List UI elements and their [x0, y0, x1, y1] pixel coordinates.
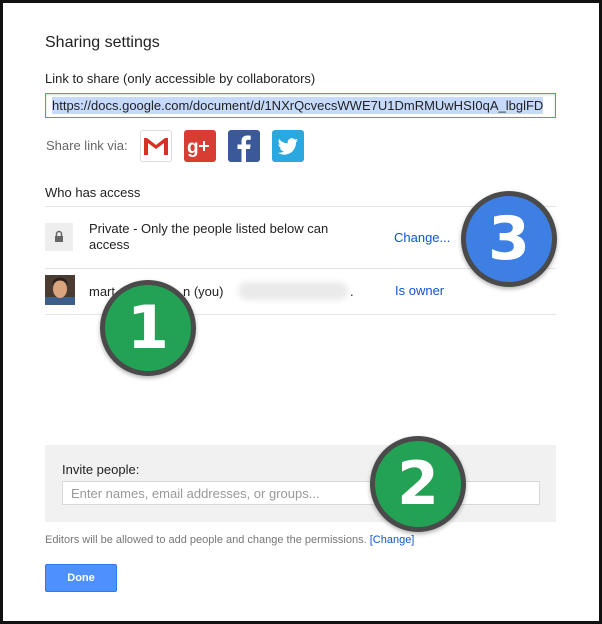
email-period: . [350, 284, 354, 299]
change-access-link[interactable]: Change... [394, 230, 450, 245]
annotation-badge-2: 2 [370, 436, 466, 532]
link-label: Link to share (only accessible by collab… [45, 71, 316, 86]
invite-label: Invite people: [62, 462, 140, 477]
owner-role-label: Is owner [395, 283, 445, 298]
facebook-icon[interactable] [228, 130, 260, 162]
avatar [45, 275, 75, 305]
permissions-change-link[interactable]: [Change] [370, 534, 415, 546]
annotation-badge-1: 1 [100, 280, 196, 376]
permissions-note: Editors will be allowed to add people an… [45, 534, 414, 546]
share-link-field[interactable]: https://docs.google.com/document/d/1NXrQ… [45, 93, 556, 118]
google-plus-icon[interactable]: g [184, 130, 216, 162]
gmail-icon[interactable] [140, 130, 172, 162]
owner-name-end: n (you) [183, 284, 224, 299]
lock-icon [45, 223, 73, 251]
twitter-icon[interactable] [272, 130, 304, 162]
redacted-email [238, 282, 348, 300]
permissions-note-text: Editors will be allowed to add people an… [45, 534, 367, 546]
done-button[interactable]: Done [45, 564, 117, 592]
svg-text:g: g [187, 137, 199, 158]
share-via-label: Share link via: [46, 138, 128, 153]
share-link-value: https://docs.google.com/document/d/1NXrQ… [52, 97, 544, 114]
invite-people-input[interactable] [62, 481, 540, 505]
annotation-badge-3: 3 [461, 191, 557, 287]
dialog-title: Sharing settings [45, 34, 160, 51]
access-description: Private - Only the people listed below c… [89, 221, 329, 252]
who-has-access-label: Who has access [45, 185, 141, 200]
